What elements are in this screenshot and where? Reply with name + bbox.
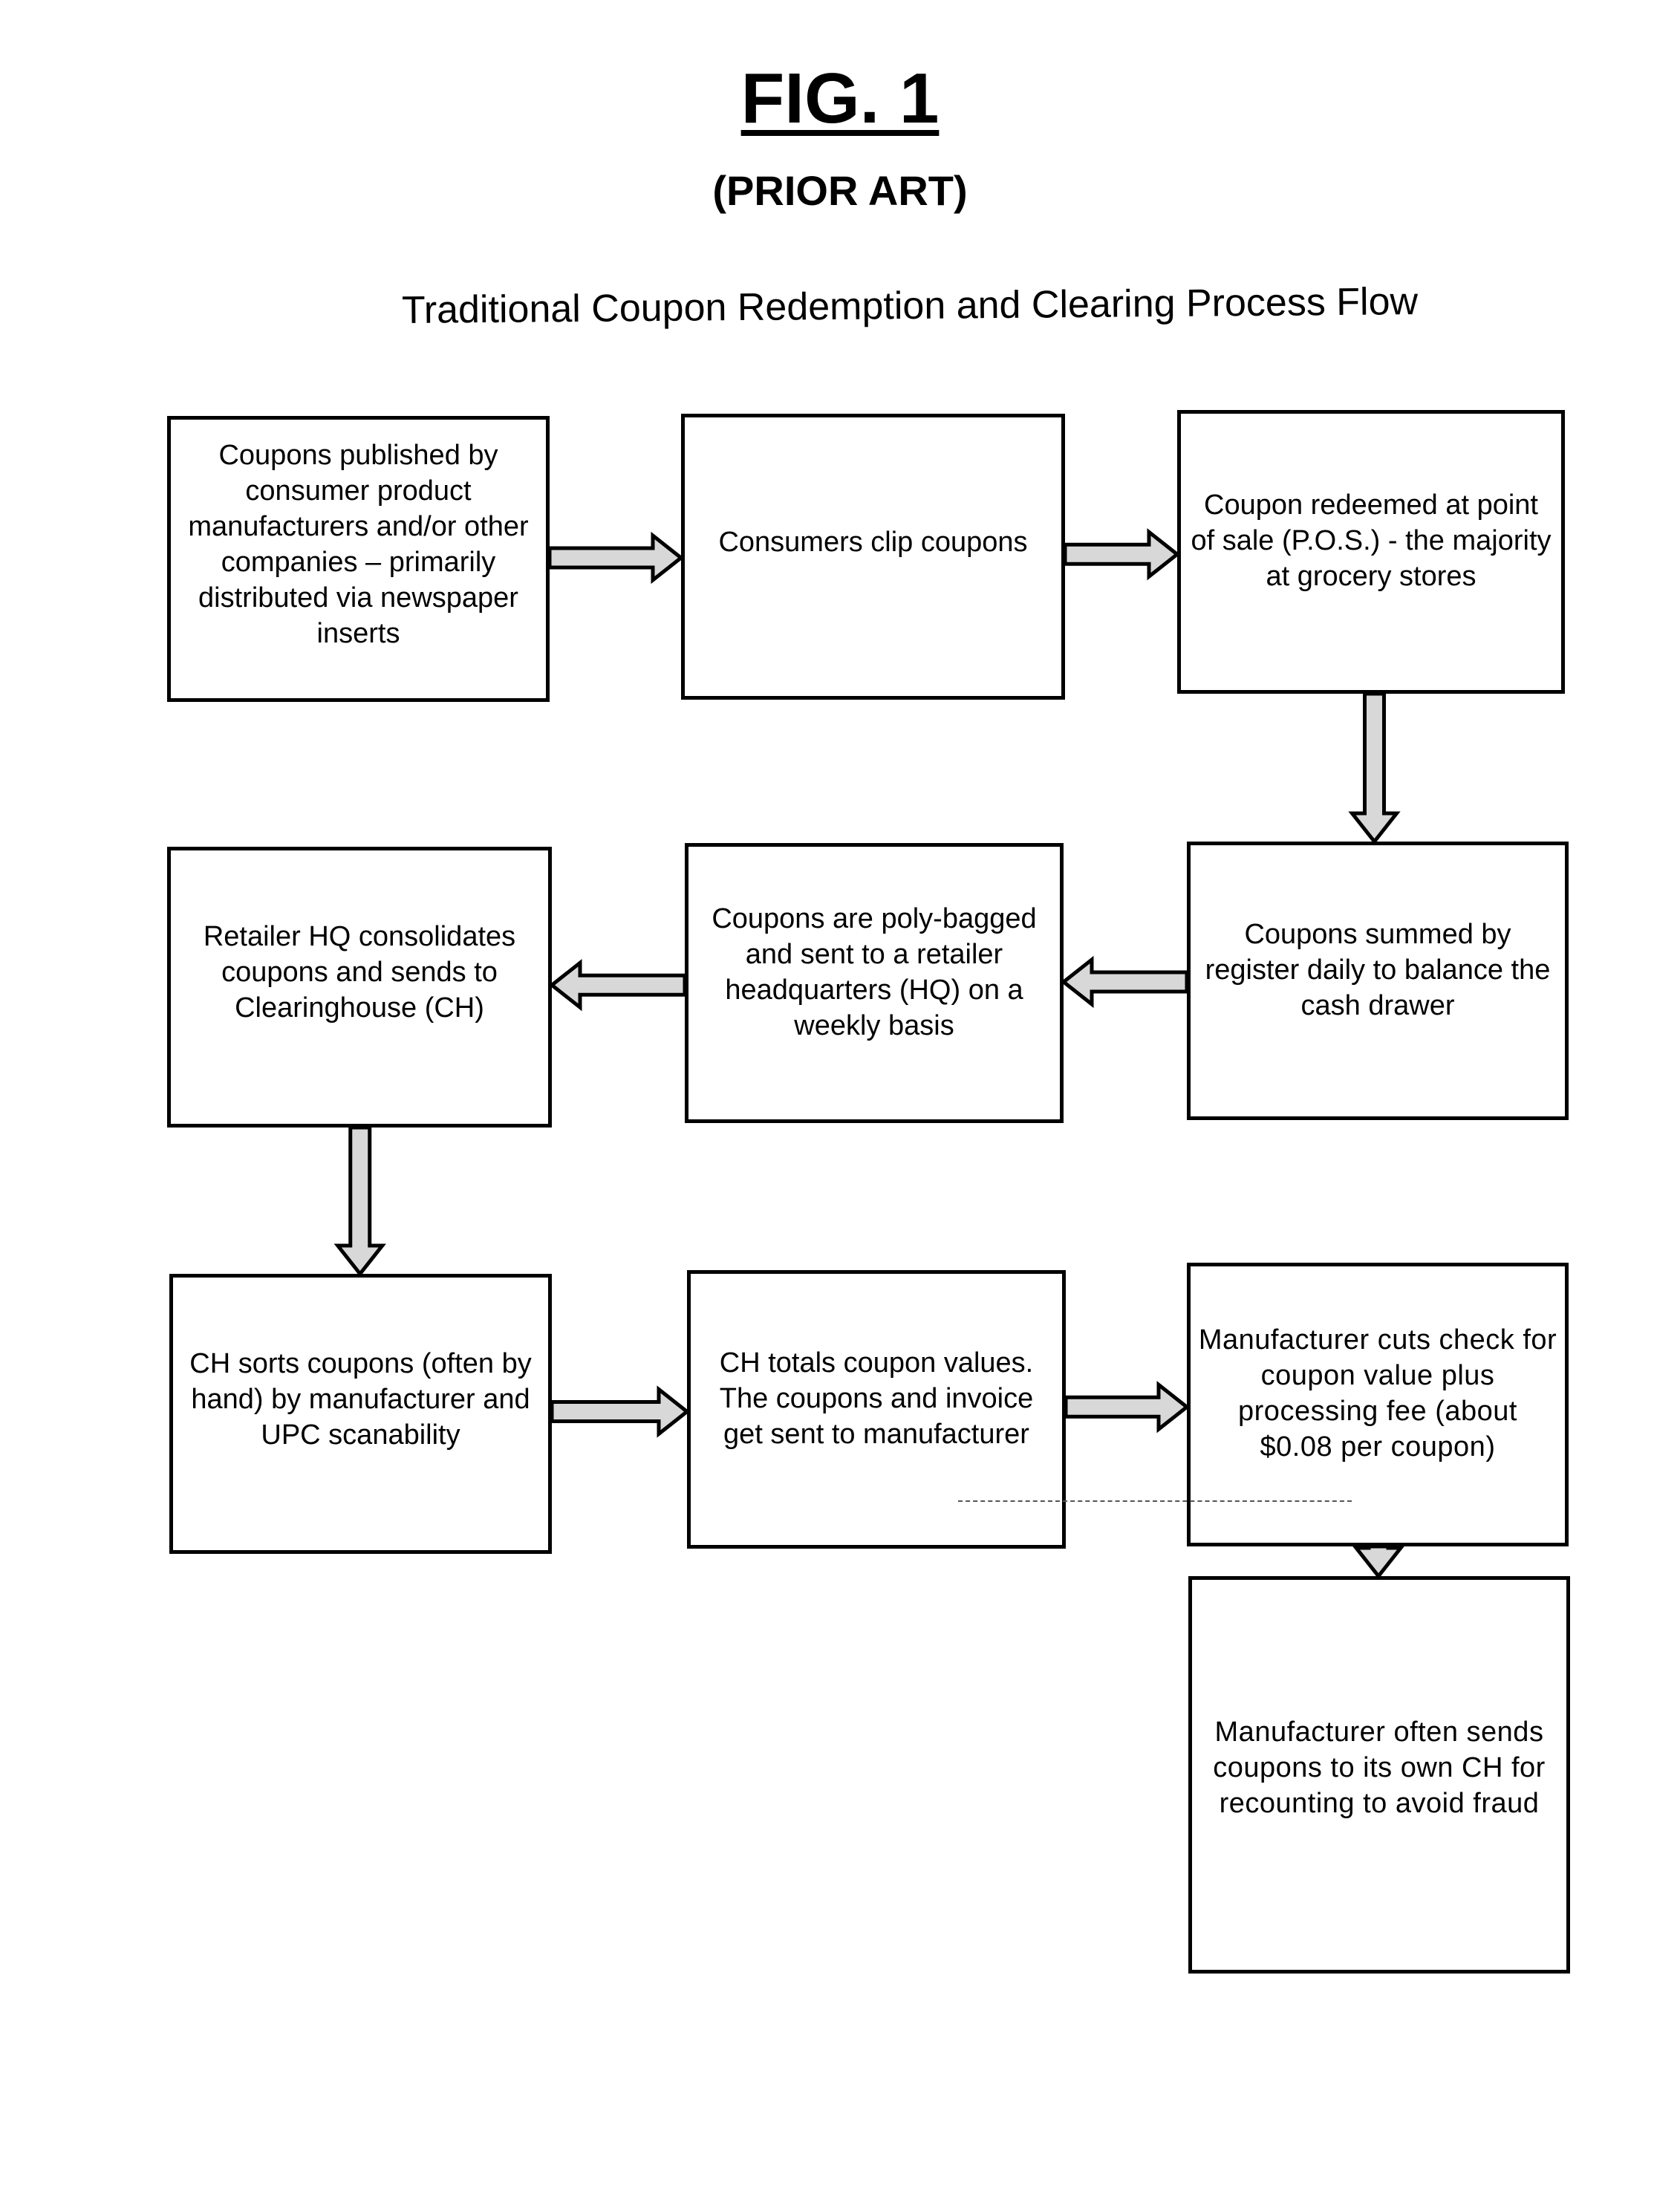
flow-arrow-9-to-10 [1352,1544,1405,1580]
arrow-down-icon [1352,1544,1405,1580]
